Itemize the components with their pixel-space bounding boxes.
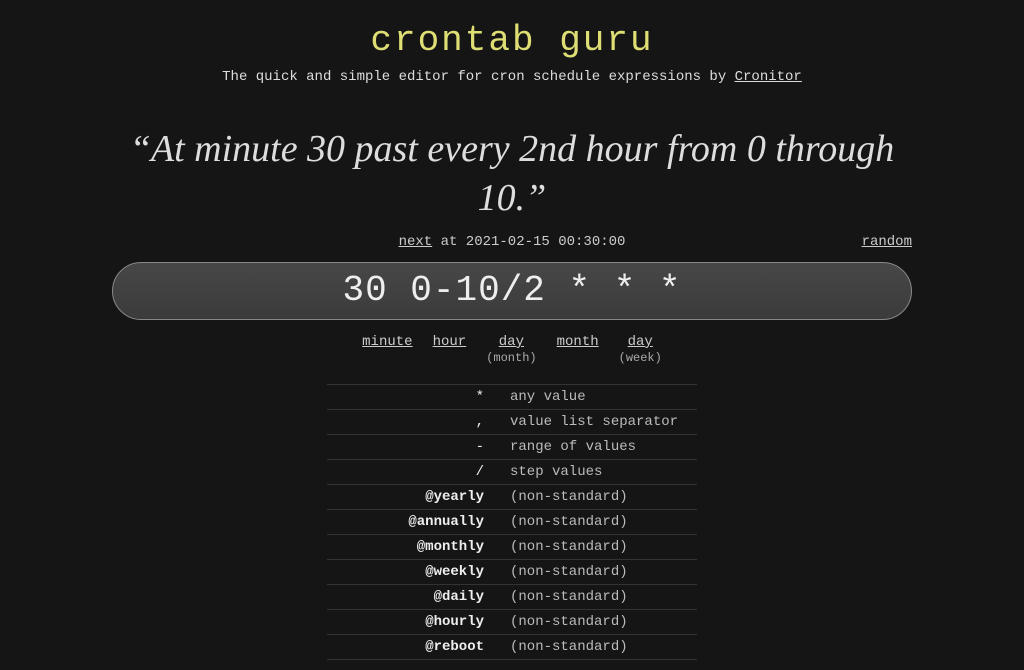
legend-description: (non-standard) — [502, 589, 697, 605]
legend-row[interactable]: @hourly(non-standard) — [327, 609, 697, 634]
cron-input[interactable] — [113, 270, 911, 311]
field-label-text: day — [619, 334, 662, 350]
legend-row[interactable]: @yearly(non-standard) — [327, 484, 697, 509]
legend-row[interactable]: /step values — [327, 459, 697, 484]
field-label[interactable]: day(month) — [486, 334, 536, 366]
legend-symbol: @reboot — [327, 639, 502, 655]
field-label-text: hour — [433, 334, 467, 350]
legend-description: (non-standard) — [502, 514, 697, 530]
legend-description: (non-standard) — [502, 539, 697, 555]
legend-row[interactable]: @weekly(non-standard) — [327, 559, 697, 584]
cronitor-link[interactable]: Cronitor — [735, 69, 802, 85]
human-description: “At minute 30 past every 2nd hour from 0… — [112, 125, 912, 224]
field-label[interactable]: hour — [433, 334, 467, 366]
legend-description: (non-standard) — [502, 564, 697, 580]
field-label-text: month — [557, 334, 599, 350]
legend-description: range of values — [502, 439, 697, 455]
legend-symbol: @weekly — [327, 564, 502, 580]
legend-symbol: @daily — [327, 589, 502, 605]
legend-description: any value — [502, 389, 697, 405]
legend-row[interactable]: @annually(non-standard) — [327, 509, 697, 534]
legend-symbol: @hourly — [327, 614, 502, 630]
random-link[interactable]: random — [862, 234, 912, 250]
legend-symbol: * — [327, 389, 502, 405]
legend-symbol: @monthly — [327, 539, 502, 555]
next-link[interactable]: next — [399, 234, 433, 250]
legend-symbol: @yearly — [327, 489, 502, 505]
legend-symbol: , — [327, 414, 502, 430]
next-time: at 2021-02-15 00:30:00 — [432, 234, 625, 250]
field-label-text: day — [486, 334, 536, 350]
subtitle-text: The quick and simple editor for cron sch… — [222, 69, 734, 85]
legend-description: (non-standard) — [502, 639, 697, 655]
legend-row[interactable]: @monthly(non-standard) — [327, 534, 697, 559]
legend-description: step values — [502, 464, 697, 480]
legend-symbol: / — [327, 464, 502, 480]
field-label[interactable]: month — [557, 334, 599, 366]
legend-symbol: - — [327, 439, 502, 455]
legend-description: (non-standard) — [502, 614, 697, 630]
legend-row[interactable]: -range of values — [327, 434, 697, 459]
cron-input-container — [112, 262, 912, 320]
field-label-text: minute — [362, 334, 412, 350]
legend-row[interactable]: @daily(non-standard) — [327, 584, 697, 609]
next-line: next at 2021-02-15 00:30:00 random — [112, 234, 912, 250]
field-labels: minutehourday(month)monthday(week) — [112, 334, 912, 366]
field-label-sub: (month) — [486, 351, 536, 365]
legend-description: (non-standard) — [502, 489, 697, 505]
legend-row[interactable]: ,value list separator — [327, 409, 697, 434]
field-label[interactable]: day(week) — [619, 334, 662, 366]
legend-description: value list separator — [502, 414, 697, 430]
legend-symbol: @annually — [327, 514, 502, 530]
legend-row[interactable]: *any value — [327, 384, 697, 409]
field-label[interactable]: minute — [362, 334, 412, 366]
legend-row[interactable]: @reboot(non-standard) — [327, 634, 697, 660]
legend-table: *any value,value list separator-range of… — [327, 384, 697, 660]
page-title: crontab guru — [0, 20, 1024, 61]
field-label-sub: (week) — [619, 351, 662, 365]
page-subtitle: The quick and simple editor for cron sch… — [0, 69, 1024, 85]
